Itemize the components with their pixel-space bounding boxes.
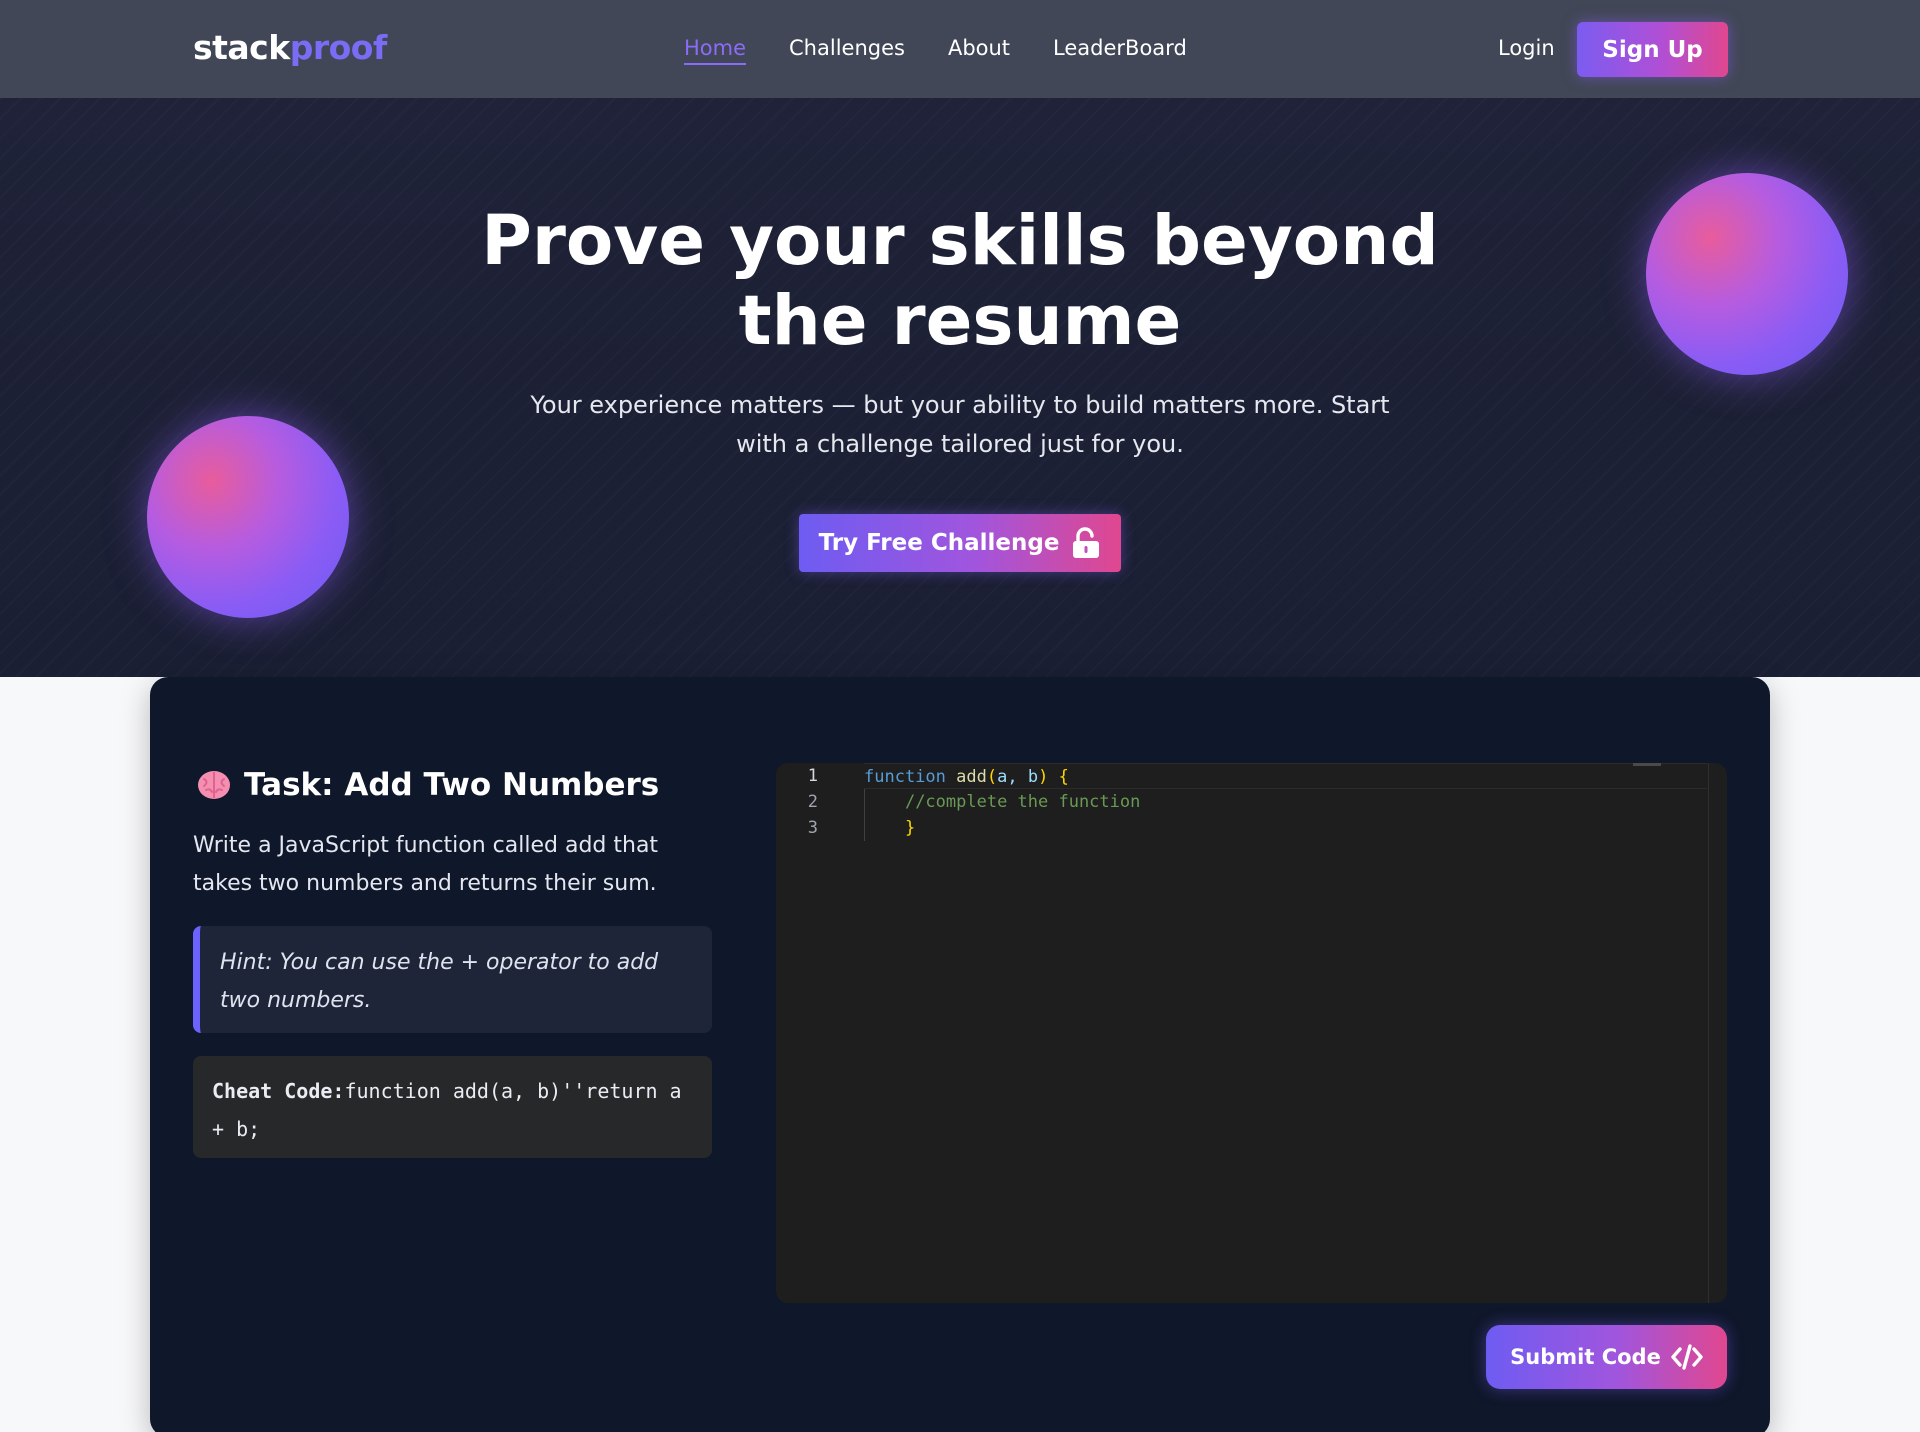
code-icon [1671,1344,1703,1370]
code-comment: //complete the function [904,792,1141,812]
hint-box: Hint: You can use the + operator to add … [193,926,712,1033]
cheat-code-box: Cheat Code:function add(a, b)''return a … [193,1056,712,1158]
decorative-orb-right [1646,173,1848,375]
code-params: a, b [997,767,1039,787]
brand-accent-text: proof [289,28,388,67]
try-free-challenge-button[interactable]: Try Free Challenge [799,514,1121,572]
nav-link-leaderboard[interactable]: LeaderBoard [1053,36,1187,65]
line-number: 2 [807,792,818,812]
editor-code-area[interactable]: function add(a, b) { //complete the func… [864,763,1707,841]
line-number: 3 [807,818,818,838]
login-link[interactable]: Login [1498,36,1555,60]
nav-link-challenges[interactable]: Challenges [789,36,905,65]
nav-link-about[interactable]: About [948,36,1010,65]
nav-link-home[interactable]: Home [684,36,747,65]
unlock-icon [1073,527,1100,558]
try-free-challenge-label: Try Free Challenge [818,530,1060,556]
submit-code-button[interactable]: Submit Code [1486,1325,1727,1389]
task-description: Write a JavaScript function called add t… [193,833,659,896]
hero-section: Prove your skills beyond the resume Your… [0,98,1920,677]
cheat-code-label: Cheat Code: [212,1079,345,1103]
code-paren: ( [986,767,998,787]
task-heading: Task: Add Two Numbers [196,767,659,803]
editor-line-numbers: 1 2 3 [776,763,846,1303]
code-line[interactable]: //complete the function [864,789,1707,815]
brand-main-text: stack [193,28,290,67]
task-title: Task: Add Two Numbers [244,767,660,803]
code-brace: } [904,818,916,838]
hero-title: Prove your skills beyond the resume [481,201,1439,361]
code-brace: { [1058,767,1069,787]
editor-minimap[interactable] [1633,763,1661,766]
code-paren: ) [1038,767,1049,787]
decorative-orb-left [147,416,349,618]
code-function-name: add [956,767,987,787]
top-navbar: stackproof Home Challenges About LeaderB… [0,0,1920,98]
submit-code-label: Submit Code [1510,1345,1661,1369]
hero-subtitle: Your experience matters — but your abili… [530,391,1390,458]
code-line[interactable]: } [864,815,1707,841]
brain-icon [198,771,230,799]
challenge-card: Task: Add Two Numbers Write a JavaScript… [150,677,1770,1432]
line-number: 1 [807,766,818,786]
editor-scrollbar[interactable] [1708,763,1709,1303]
signup-button[interactable]: Sign Up [1577,22,1728,77]
code-keyword: function [864,767,946,787]
nav-links: Home Challenges About LeaderBoard [684,36,1230,65]
brand-logo[interactable]: stackproof [193,28,387,67]
code-line[interactable]: function add(a, b) { [864,763,1707,789]
code-editor[interactable]: 1 2 3 function add(a, b) { //complete th… [776,763,1727,1303]
